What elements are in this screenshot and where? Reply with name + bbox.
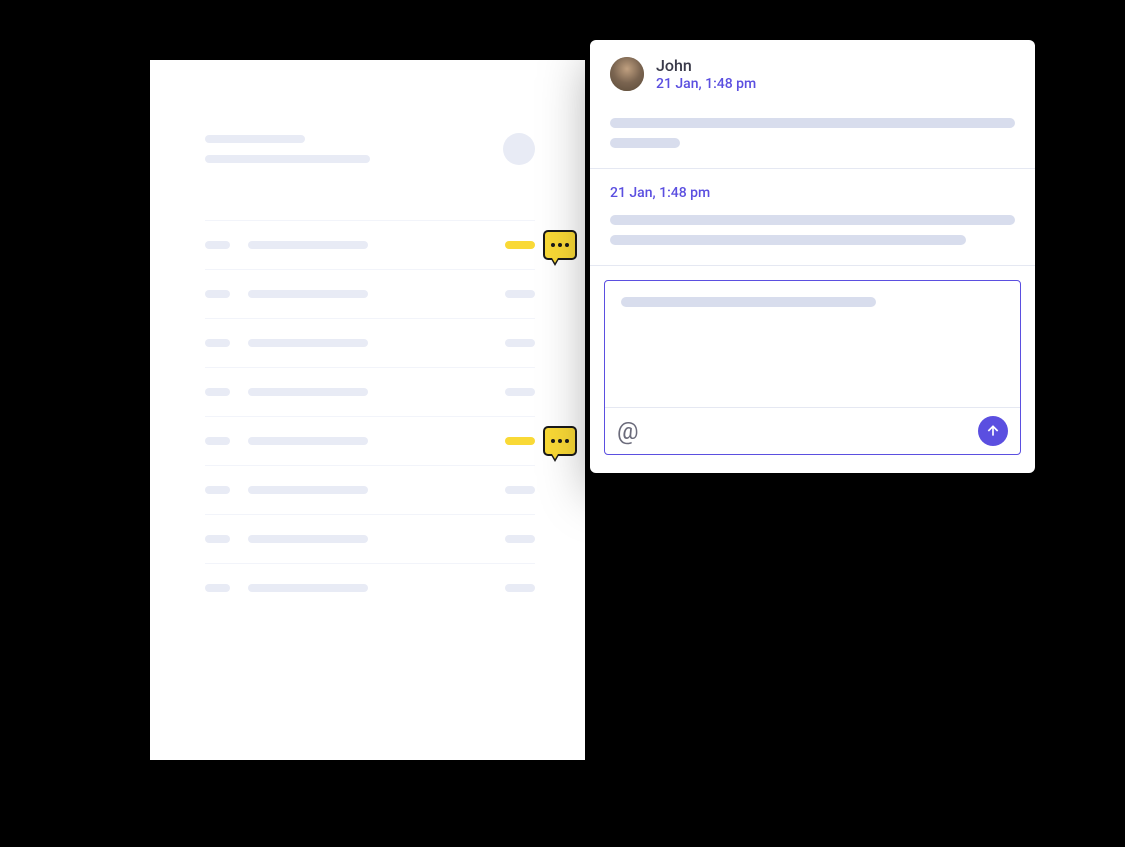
document-rows bbox=[205, 220, 535, 612]
skeleton-cell bbox=[205, 388, 230, 396]
avatar bbox=[610, 57, 644, 91]
arrow-up-icon bbox=[985, 423, 1001, 439]
compose-box[interactable]: @ bbox=[604, 280, 1021, 455]
skeleton-cell bbox=[248, 339, 368, 347]
skeleton-cell bbox=[248, 584, 368, 592]
table-row bbox=[205, 514, 535, 563]
skeleton-cell bbox=[505, 339, 535, 347]
skeleton-line bbox=[610, 215, 1015, 225]
table-row bbox=[205, 416, 535, 465]
skeleton-cell bbox=[205, 584, 230, 592]
author-name: John bbox=[656, 56, 756, 75]
table-row bbox=[205, 563, 535, 612]
compose-toolbar: @ bbox=[605, 407, 1020, 454]
highlighted-cell bbox=[505, 437, 535, 445]
table-row bbox=[205, 220, 535, 269]
comment-body bbox=[590, 104, 1035, 168]
comment-panel: John 21 Jan, 1:48 pm 21 Jan, 1:48 pm @ bbox=[590, 40, 1035, 473]
skeleton-cell bbox=[205, 437, 230, 445]
mention-button[interactable]: @ bbox=[617, 417, 639, 445]
comment-timestamp: 21 Jan, 1:48 pm bbox=[656, 76, 756, 92]
comment-indicator-icon[interactable] bbox=[543, 426, 577, 456]
skeleton-cell bbox=[205, 290, 230, 298]
document-preview bbox=[150, 60, 585, 760]
skeleton-line bbox=[610, 138, 680, 148]
table-row bbox=[205, 269, 535, 318]
table-row bbox=[205, 318, 535, 367]
skeleton-cell bbox=[505, 290, 535, 298]
skeleton-cell bbox=[205, 535, 230, 543]
skeleton-line bbox=[610, 235, 966, 245]
reply-section: 21 Jan, 1:48 pm bbox=[590, 169, 1035, 265]
compose-input[interactable] bbox=[605, 281, 1020, 407]
skeleton-cell bbox=[205, 241, 230, 249]
compose-container: @ bbox=[590, 265, 1035, 473]
skeleton-cell bbox=[505, 535, 535, 543]
skeleton-cell bbox=[505, 584, 535, 592]
comment-header: John 21 Jan, 1:48 pm bbox=[590, 40, 1035, 104]
send-button[interactable] bbox=[978, 416, 1008, 446]
skeleton-cell bbox=[248, 388, 368, 396]
skeleton-cell bbox=[505, 388, 535, 396]
skeleton-line bbox=[205, 135, 305, 143]
skeleton-line bbox=[205, 155, 370, 163]
ellipsis-icon bbox=[551, 439, 569, 443]
avatar-placeholder bbox=[503, 133, 535, 165]
highlighted-cell bbox=[505, 241, 535, 249]
document-title-skeleton bbox=[205, 135, 370, 163]
skeleton-cell bbox=[505, 486, 535, 494]
skeleton-line bbox=[621, 297, 876, 307]
user-info: John 21 Jan, 1:48 pm bbox=[656, 56, 756, 92]
document-header bbox=[205, 135, 535, 165]
skeleton-cell bbox=[205, 486, 230, 494]
skeleton-cell bbox=[248, 241, 368, 249]
skeleton-cell bbox=[248, 486, 368, 494]
skeleton-cell bbox=[248, 437, 368, 445]
skeleton-line bbox=[610, 118, 1015, 128]
skeleton-cell bbox=[205, 339, 230, 347]
reply-timestamp: 21 Jan, 1:48 pm bbox=[610, 185, 1015, 201]
skeleton-cell bbox=[248, 535, 368, 543]
comment-indicator-icon[interactable] bbox=[543, 230, 577, 260]
skeleton-cell bbox=[248, 290, 368, 298]
ellipsis-icon bbox=[551, 243, 569, 247]
table-row bbox=[205, 465, 535, 514]
table-row bbox=[205, 367, 535, 416]
